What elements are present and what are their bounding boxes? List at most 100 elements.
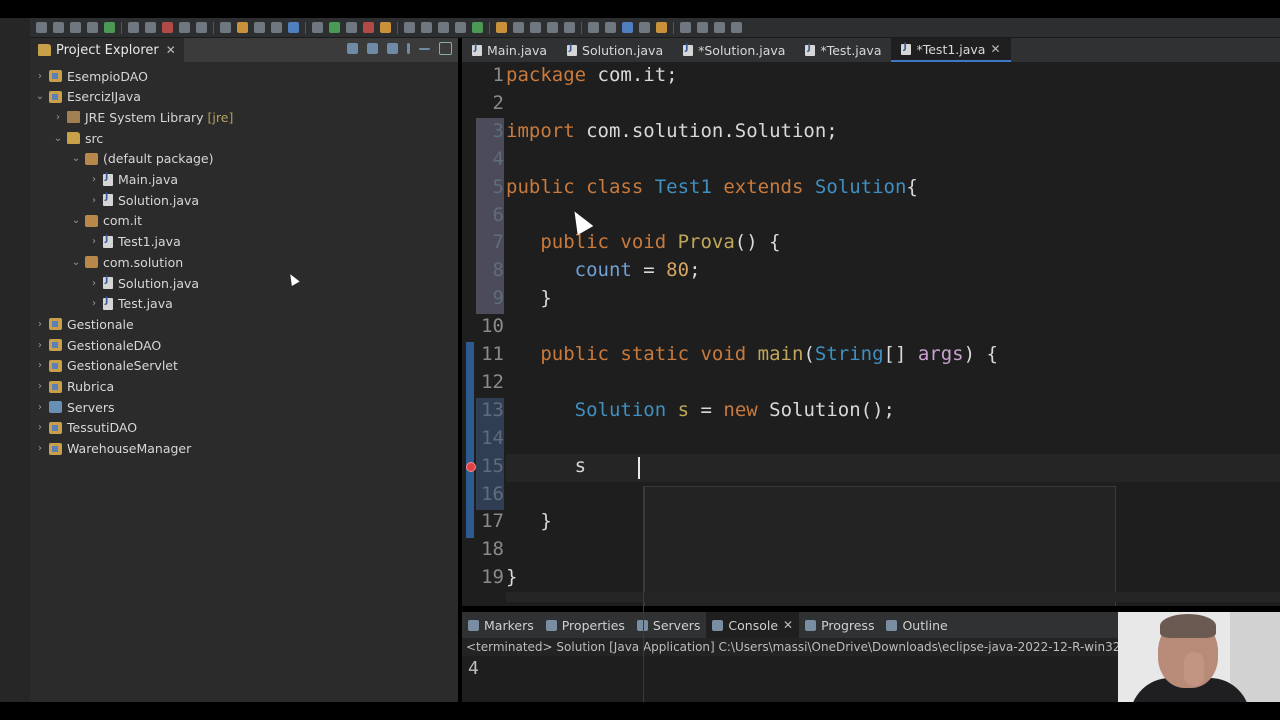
chevron-right-icon[interactable]: ›	[88, 195, 100, 206]
chevron-right-icon[interactable]: ›	[34, 319, 46, 330]
toolbar-button-icon[interactable]	[179, 22, 190, 33]
tree-item[interactable]: › EsempioDAO	[34, 66, 148, 86]
tree-item[interactable]: › Rubrica	[34, 377, 114, 397]
toolbar-button-icon[interactable]	[496, 22, 507, 33]
toolbar-button-icon[interactable]	[714, 22, 725, 33]
toolbar-button-icon[interactable]	[438, 22, 449, 33]
chevron-right-icon[interactable]: ›	[88, 174, 100, 185]
tree-item[interactable]: ⌄ (default package)	[70, 149, 214, 169]
toolbar-button-icon[interactable]	[346, 22, 357, 33]
chevron-right-icon[interactable]: ›	[52, 112, 64, 123]
toolbar-button-icon[interactable]	[530, 22, 541, 33]
toolbar-button-icon[interactable]	[680, 22, 691, 33]
chevron-right-icon[interactable]: ›	[34, 360, 46, 371]
tab-progress[interactable]: Progress	[799, 612, 880, 638]
tree-item[interactable]: › Gestionale	[34, 314, 134, 334]
chevron-down-icon[interactable]: ⌄	[52, 133, 64, 144]
tree-item[interactable]: › WarehouseManager	[34, 439, 191, 459]
close-icon[interactable]: ✕	[166, 43, 176, 57]
link-with-editor-icon[interactable]	[367, 43, 378, 54]
toolbar-button-icon[interactable]	[513, 22, 524, 33]
toolbar-button-icon[interactable]	[639, 22, 650, 33]
editor-tab[interactable]: Main.java	[462, 38, 557, 62]
tree-item[interactable]: › GestionaleServlet	[34, 356, 178, 376]
minimize-icon[interactable]	[419, 47, 430, 50]
tree-item[interactable]: › Test1.java	[88, 232, 181, 252]
editor-tab[interactable]: Solution.java	[557, 38, 673, 62]
toolbar-button-icon[interactable]	[380, 22, 391, 33]
content-assist-popup[interactable]	[644, 486, 1116, 606]
filter-icon[interactable]	[387, 43, 398, 54]
toolbar-button-icon[interactable]	[104, 22, 115, 33]
tree-item[interactable]: › Main.java	[88, 170, 178, 190]
chevron-down-icon[interactable]: ⌄	[70, 215, 82, 226]
chevron-down-icon[interactable]: ⌄	[70, 153, 82, 164]
tree-item[interactable]: ⌄ com.it	[70, 211, 142, 231]
chevron-down-icon[interactable]: ⌄	[34, 91, 46, 102]
toolbar-button-icon[interactable]	[329, 22, 340, 33]
close-icon[interactable]: ✕	[783, 618, 793, 632]
horizontal-scrollbar[interactable]	[506, 592, 1280, 602]
maximize-icon[interactable]	[439, 42, 452, 55]
chevron-down-icon[interactable]: ⌄	[70, 257, 82, 268]
tree-item[interactable]: ⌄ EsercizIJava	[34, 87, 141, 107]
chevron-right-icon[interactable]: ›	[88, 298, 100, 309]
close-icon[interactable]: ✕	[990, 42, 1000, 56]
chevron-right-icon[interactable]: ›	[88, 236, 100, 247]
toolbar-button-icon[interactable]	[145, 22, 156, 33]
chevron-right-icon[interactable]: ›	[34, 381, 46, 392]
toolbar-button-icon[interactable]	[697, 22, 708, 33]
toolbar-button-icon[interactable]	[656, 22, 667, 33]
editor-tab[interactable]: *Test1.java ✕	[891, 38, 1011, 62]
tree-item[interactable]: › Servers	[34, 397, 115, 417]
tab-markers[interactable]: Markers	[462, 612, 540, 638]
toolbar-button-icon[interactable]	[312, 22, 323, 33]
chevron-right-icon[interactable]: ›	[34, 402, 46, 413]
toolbar-button-icon[interactable]	[36, 22, 47, 33]
toolbar-button-icon[interactable]	[271, 22, 282, 33]
toolbar-button-icon[interactable]	[472, 22, 483, 33]
view-menu-icon[interactable]	[407, 43, 410, 54]
chevron-right-icon[interactable]: ›	[34, 422, 46, 433]
toolbar-button-icon[interactable]	[196, 22, 207, 33]
toolbar-button-icon[interactable]	[254, 22, 265, 33]
toolbar-button-icon[interactable]	[363, 22, 374, 33]
tree-item[interactable]: › GestionaleDAO	[34, 335, 161, 355]
tab-outline[interactable]: Outline	[880, 612, 953, 638]
tab-properties[interactable]: Properties	[540, 612, 631, 638]
toolbar-button-icon[interactable]	[128, 22, 139, 33]
toolbar-button-icon[interactable]	[605, 22, 616, 33]
collapse-all-icon[interactable]	[347, 43, 358, 54]
tree-item[interactable]: ⌄ src	[52, 128, 103, 148]
tree-item[interactable]: › Solution.java	[88, 273, 199, 293]
editor-tab[interactable]: *Test.java	[795, 38, 891, 62]
tree-item[interactable]: › JRE System Library [jre]	[52, 107, 233, 127]
toolbar-button-icon[interactable]	[588, 22, 599, 33]
chevron-right-icon[interactable]: ›	[34, 340, 46, 351]
chevron-right-icon[interactable]: ›	[34, 443, 46, 454]
toolbar-button-icon[interactable]	[237, 22, 248, 33]
toolbar-button-icon[interactable]	[53, 22, 64, 33]
toolbar-button-icon[interactable]	[162, 22, 173, 33]
code-editor[interactable]: 1 package com.it; 2 3 import com.solution.So…	[462, 62, 1280, 606]
chevron-right-icon[interactable]: ›	[34, 71, 46, 82]
toolbar-button-icon[interactable]	[404, 22, 415, 33]
toolbar-button-icon[interactable]	[70, 22, 81, 33]
tree-item[interactable]: › Test.java	[88, 294, 173, 314]
toolbar-button-icon[interactable]	[87, 22, 98, 33]
toolbar-button-icon[interactable]	[622, 22, 633, 33]
toolbar-button-icon[interactable]	[547, 22, 558, 33]
toolbar-button-icon[interactable]	[220, 22, 231, 33]
toolbar-button-icon[interactable]	[288, 22, 299, 33]
toolbar-button-icon[interactable]	[455, 22, 466, 33]
toolbar-button-icon[interactable]	[731, 22, 742, 33]
tab-project-explorer[interactable]: Project Explorer ✕	[30, 38, 184, 62]
toolbar-button-icon[interactable]	[421, 22, 432, 33]
tree-item[interactable]: ⌄ com.solution	[70, 252, 183, 272]
tab-console[interactable]: Console ✕	[706, 612, 800, 638]
tree-item[interactable]: › TessutiDAO	[34, 418, 137, 438]
toolbar-button-icon[interactable]	[564, 22, 575, 33]
tree-item[interactable]: › Solution.java	[88, 190, 199, 210]
chevron-right-icon[interactable]: ›	[88, 278, 100, 289]
editor-tab[interactable]: *Solution.java	[673, 38, 795, 62]
